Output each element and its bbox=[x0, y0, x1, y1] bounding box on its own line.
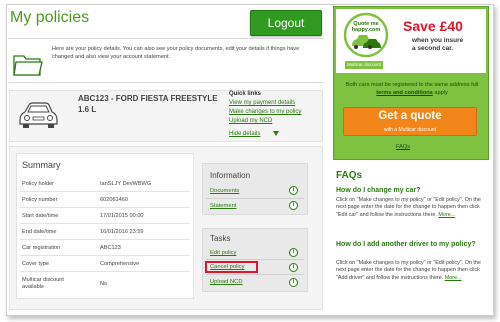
quotemehappy-logo: Quote me happy.com bbox=[343, 12, 389, 58]
summary-value: 16/01/2016 23:59 bbox=[100, 229, 144, 235]
row-divider bbox=[20, 207, 190, 208]
summary-label: Start date/time bbox=[22, 213, 59, 219]
summary-label: Cover type bbox=[22, 261, 50, 267]
row-divider bbox=[20, 223, 190, 224]
summary-value: No bbox=[100, 281, 108, 287]
upload-ncd-task-link[interactable]: Upload NCD bbox=[210, 279, 243, 285]
promo-text-after: apply bbox=[432, 90, 448, 96]
multicar-discount-tag: Multicar discount bbox=[345, 61, 383, 69]
save-subtitle: when you insure a second car. bbox=[412, 37, 463, 53]
faq-question: How do I change my car? bbox=[336, 187, 421, 194]
edit-policy-link[interactable]: Edit policy bbox=[210, 250, 236, 256]
save-subtitle-line1: when you insure bbox=[412, 37, 464, 44]
summary-label: Policy holder bbox=[22, 181, 55, 187]
summary-label: End date/time bbox=[22, 229, 57, 235]
page-title: My policies bbox=[10, 9, 90, 26]
summary-label: Multicar discount available bbox=[22, 277, 64, 290]
faq-answer: Click on "Make changes to my policy" or … bbox=[336, 197, 486, 219]
summary-label: Car registration bbox=[22, 245, 61, 251]
save-subtitle-line2: a second car. bbox=[412, 45, 454, 52]
folder-icon bbox=[13, 55, 43, 76]
chevron-down-icon[interactable] bbox=[273, 131, 279, 136]
row-divider bbox=[20, 191, 190, 192]
row-divider bbox=[20, 255, 190, 256]
faq-more-link[interactable]: More... bbox=[445, 275, 462, 281]
row-divider bbox=[206, 259, 304, 260]
policy-name: ABC123 - FORD FIESTA FREESTYLE 1.6 L bbox=[78, 94, 218, 114]
summary-value: ABC123 bbox=[100, 245, 121, 251]
summary-value: 602061460 bbox=[100, 197, 128, 203]
summary-value: 17/01/2015 00:00 bbox=[100, 213, 144, 219]
get-quote-sublabel[interactable]: with a Multicar discount bbox=[343, 127, 477, 133]
view-payment-details-link[interactable]: View my payment details bbox=[229, 100, 295, 106]
faqs-title: FAQs bbox=[336, 170, 363, 181]
info-icon[interactable]: i bbox=[289, 201, 298, 210]
summary-value: Comprehensive bbox=[100, 261, 140, 267]
cancel-policy-highlight bbox=[205, 261, 258, 273]
quick-links-title: Quick links bbox=[229, 91, 262, 97]
make-changes-link[interactable]: Make changes to my policy bbox=[229, 109, 301, 115]
faq-question: How do I add another driver to my policy… bbox=[336, 241, 476, 248]
promo-conditions: Both cars must be registered to the same… bbox=[340, 81, 484, 97]
row-divider bbox=[20, 239, 190, 240]
row-divider bbox=[20, 271, 190, 272]
save-amount: Save £40 bbox=[403, 18, 463, 34]
info-icon[interactable]: i bbox=[289, 186, 298, 195]
tasks-title: Tasks bbox=[210, 234, 231, 243]
car-icon bbox=[19, 102, 58, 128]
summary-label: Policy number bbox=[22, 197, 58, 203]
info-icon[interactable]: i bbox=[289, 278, 298, 287]
faq-answer: Click on "Make changes to my policy" or … bbox=[336, 260, 486, 282]
promo-faqs-link[interactable]: FAQs bbox=[396, 144, 410, 150]
summary-title: Summary bbox=[22, 160, 61, 170]
get-quote-label[interactable]: Get a quote bbox=[343, 110, 477, 122]
svg-text:happy.com: happy.com bbox=[352, 27, 381, 33]
promo-text-before: Both cars must be registered to the same… bbox=[345, 82, 479, 88]
logout-button[interactable]: Logout bbox=[250, 10, 322, 36]
row-divider bbox=[206, 198, 304, 199]
information-title: Information bbox=[210, 171, 251, 180]
info-icon[interactable]: i bbox=[289, 263, 298, 272]
faq-more-link[interactable]: More... bbox=[438, 212, 455, 218]
summary-value: IanSLJY DevWBWG bbox=[100, 181, 152, 187]
documents-link[interactable]: Documents bbox=[210, 188, 239, 194]
terms-link[interactable]: terms and conditions bbox=[376, 90, 433, 96]
statement-link[interactable]: Statement bbox=[210, 203, 236, 209]
intro-text: Here are your policy details. You can al… bbox=[52, 46, 300, 60]
faq-answer-text: Click on "Make changes to my policy" or … bbox=[336, 197, 481, 218]
info-icon[interactable]: i bbox=[289, 248, 298, 257]
hide-details-link[interactable]: Hide details bbox=[229, 131, 260, 137]
row-divider bbox=[206, 274, 304, 275]
upload-ncd-link[interactable]: Upload my NCD bbox=[229, 118, 272, 124]
divider bbox=[8, 38, 324, 39]
divider bbox=[8, 82, 324, 83]
